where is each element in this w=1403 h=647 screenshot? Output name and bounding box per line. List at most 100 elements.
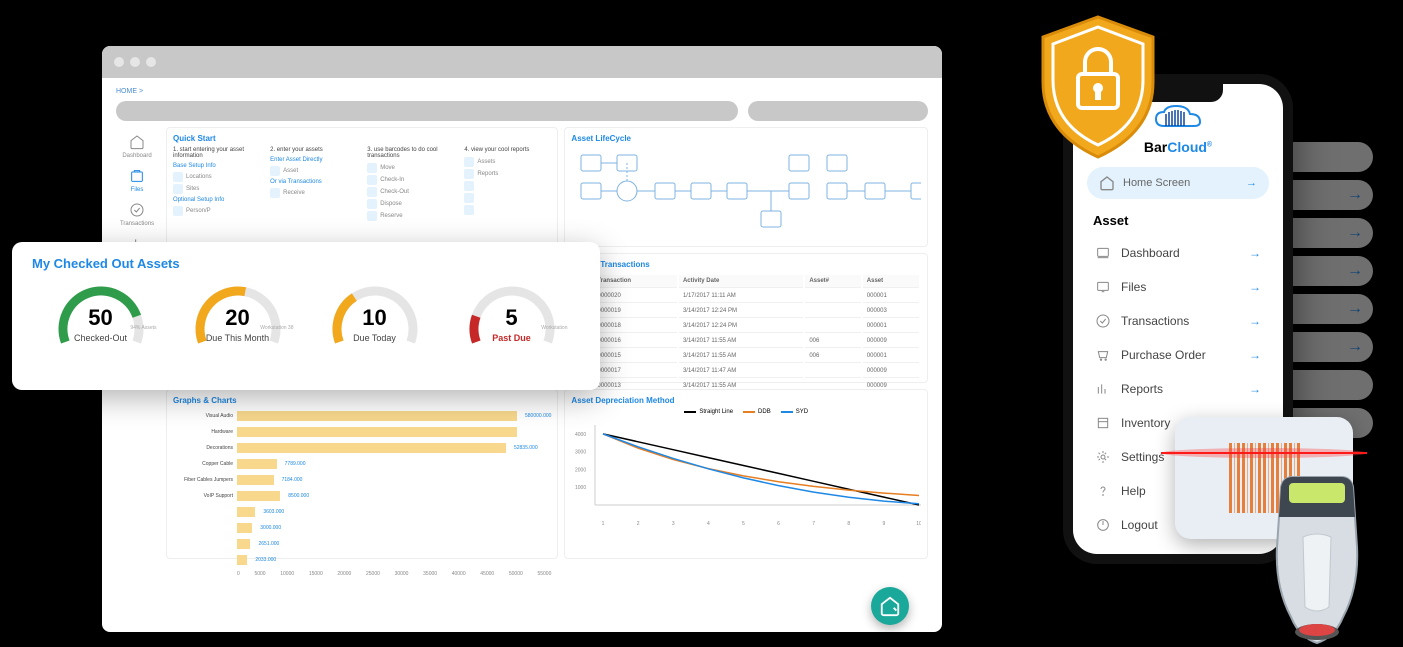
bar-row: Copper Cable7789.000 — [173, 457, 551, 471]
table-row[interactable]: 00000201/17/2017 11:11 AM000001 — [573, 290, 919, 303]
bar — [237, 491, 280, 501]
window-dot[interactable] — [130, 57, 140, 67]
bar — [237, 427, 517, 437]
quickstart-item[interactable]: Reserve — [367, 211, 454, 221]
quickstart-item[interactable]: Dispose — [367, 199, 454, 209]
gauge: 10 Due Today — [325, 279, 425, 343]
breadcrumb[interactable]: HOME > — [116, 88, 928, 95]
sidebar-label: Files — [131, 187, 144, 193]
legend-item: DDB — [743, 409, 771, 415]
home-fab[interactable] — [871, 587, 909, 625]
quickstart-link[interactable]: Enter Asset Directly — [270, 157, 357, 163]
item-icon — [367, 199, 377, 209]
quickstart-item[interactable]: Check-In — [367, 175, 454, 185]
item-icon — [367, 187, 377, 197]
quickstart-item[interactable]: Assets — [464, 157, 551, 167]
card-title: My Checked Out Assets — [32, 256, 580, 271]
menu-label: Transactions — [1121, 314, 1189, 328]
phone-menu-purchase-order[interactable]: Purchase Order → — [1087, 338, 1269, 372]
phone-menu-files[interactable]: Files → — [1087, 270, 1269, 304]
home-label: Home Screen — [1123, 177, 1190, 189]
quickstart-item[interactable] — [464, 193, 551, 203]
bar — [237, 459, 277, 469]
home-icon — [128, 133, 146, 151]
item-icon — [464, 169, 474, 179]
sidebar-label: Transactions — [120, 221, 154, 227]
arrow-icon: → — [1249, 280, 1261, 294]
sidebar-item-dashboard[interactable]: Dashboard — [122, 133, 151, 159]
quickstart-item[interactable]: Receive — [270, 188, 357, 198]
window-dot[interactable] — [146, 57, 156, 67]
legend-item: Straight Line — [684, 409, 733, 415]
lifecycle-diagram — [571, 147, 921, 235]
bar — [237, 475, 274, 485]
menu-label: Reports — [1121, 382, 1163, 396]
sidebar-item-transactions[interactable]: Transactions — [120, 201, 154, 227]
quickstart-item[interactable]: Reports — [464, 169, 551, 179]
check-icon — [1095, 313, 1111, 329]
column-head: 1. start entering your asset information — [173, 147, 260, 159]
depreciation-panel: Asset Depreciation Method Straight Line D… — [564, 389, 928, 559]
gauge: 50 Checked-Out 94% Assets — [51, 279, 151, 343]
quickstart-item[interactable]: Check-Out — [367, 187, 454, 197]
table-row[interactable]: 00000183/14/2017 12:24 PM000001 — [573, 320, 919, 333]
svg-text:5: 5 — [742, 521, 745, 527]
table-header: Activity Date — [679, 275, 803, 288]
bar — [237, 539, 250, 549]
bar-row: VoIP Support8500.000 — [173, 489, 551, 503]
window-dot[interactable] — [114, 57, 124, 67]
quickstart-item[interactable]: Move — [367, 163, 454, 173]
quickstart-column: 4. view your cool reportsAssetsReports — [464, 147, 551, 223]
logo-text-cloud: Cloud — [1167, 139, 1207, 155]
svg-text:2: 2 — [637, 521, 640, 527]
legend-item: SYD — [781, 409, 808, 415]
quickstart-item[interactable]: Sites — [173, 184, 260, 194]
quickstart-item[interactable] — [464, 205, 551, 215]
gauge: 20 Due This Month Workstation 38 — [188, 279, 288, 343]
bar-row: 2033.000 — [173, 553, 551, 567]
phone-menu-reports[interactable]: Reports → — [1087, 372, 1269, 406]
phone-menu-dashboard[interactable]: Dashboard → — [1087, 236, 1269, 270]
browser-titlebar — [102, 46, 942, 78]
gauge-label: Due This Month — [206, 333, 269, 343]
gauge-value: 50 — [88, 305, 112, 331]
table-row[interactable]: 00000173/14/2017 11:47 AM000009 — [573, 365, 919, 378]
svg-text:8: 8 — [848, 521, 851, 527]
item-icon — [173, 172, 183, 182]
svg-text:3000: 3000 — [575, 450, 586, 456]
table-row[interactable]: 00000153/14/2017 11:55 AM006000001 — [573, 350, 919, 363]
bar-row: Fiber Cables Jumpers7184.000 — [173, 473, 551, 487]
quickstart-item[interactable]: Locations — [173, 172, 260, 182]
quickstart-link[interactable]: Or via Transactions — [270, 179, 357, 185]
placeholder-bar — [748, 101, 928, 121]
bar-row: Decorations52835.000 — [173, 441, 551, 455]
table-row[interactable]: 00000163/14/2017 11:55 AM006000009 — [573, 335, 919, 348]
menu-label: Files — [1121, 280, 1146, 294]
item-icon — [464, 205, 474, 215]
item-icon — [367, 163, 377, 173]
quickstart-link[interactable]: Optional Setup Info — [173, 197, 260, 203]
sidebar-item-files[interactable]: Files — [128, 167, 146, 193]
quickstart-item[interactable]: Asset — [270, 166, 357, 176]
table-row[interactable]: 00000193/14/2017 12:24 PM000003 — [573, 305, 919, 318]
item-icon — [367, 175, 377, 185]
item-icon — [173, 206, 183, 216]
bar — [237, 411, 517, 421]
panel-title: Quick Start — [173, 134, 551, 143]
quickstart-item[interactable] — [464, 181, 551, 191]
item-icon — [270, 166, 280, 176]
svg-text:3: 3 — [672, 521, 675, 527]
column-head: 3. use barcodes to do cool transactions — [367, 147, 454, 159]
logout-icon — [1095, 517, 1111, 533]
phone-menu-transactions[interactable]: Transactions → — [1087, 304, 1269, 338]
home-screen-button[interactable]: Home Screen → — [1087, 167, 1269, 199]
quickstart-item[interactable]: Person/P — [173, 206, 260, 216]
panel-title: Asset Depreciation Method — [571, 396, 921, 405]
svg-text:6: 6 — [778, 521, 781, 527]
svg-text:1000: 1000 — [575, 485, 586, 491]
svg-text:1: 1 — [602, 521, 605, 527]
cart-icon — [1095, 347, 1111, 363]
bar-axis: 0500010000150002000025000300003500040000… — [173, 571, 551, 577]
quickstart-link[interactable]: Base Setup Info — [173, 163, 260, 169]
item-icon — [464, 157, 474, 167]
